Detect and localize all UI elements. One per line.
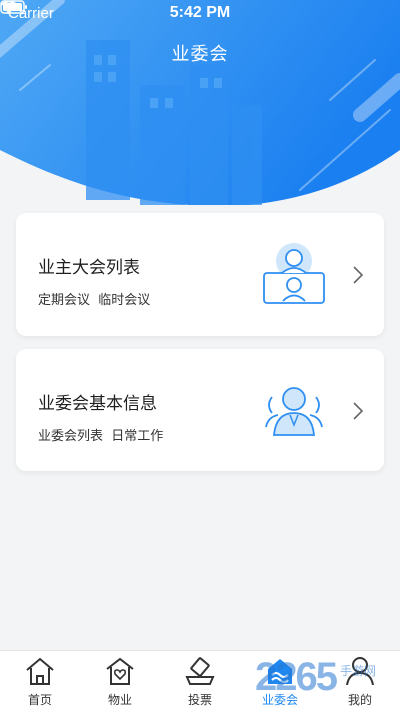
tab-label: 物业	[107, 693, 132, 707]
tab-home[interactable]: 首页	[0, 651, 80, 711]
home-icon	[26, 657, 54, 685]
status-bar: Carrier 5:42 PM	[0, 0, 400, 28]
chevron-right-icon	[353, 266, 364, 284]
watermark-logo: 2265	[255, 655, 338, 699]
header-banner: Carrier 5:42 PM 业委会	[0, 0, 400, 205]
tab-label: 投票	[187, 693, 212, 707]
status-time: 5:42 PM	[169, 4, 231, 21]
card-title: 业主大会列表	[38, 258, 140, 278]
meeting-icon	[263, 243, 325, 304]
tab-label: 首页	[27, 693, 52, 707]
chevron-right-icon	[353, 402, 364, 420]
tab-vote[interactable]: 投票	[160, 651, 240, 711]
committee-info-card[interactable]: 业委会基本信息 业委会列表 日常工作	[16, 349, 384, 471]
card-subtitle: 业委会列表 日常工作	[38, 429, 164, 444]
card-title: 业委会基本信息	[38, 394, 157, 414]
tab-property[interactable]: 物业	[80, 651, 160, 711]
battery-icon	[0, 0, 27, 14]
card-subtitle: 定期会议 临时会议	[38, 293, 151, 308]
property-icon	[106, 657, 134, 685]
watermark-suffix: 手游网	[340, 664, 377, 678]
bottom-tab-bar: 首页 物业 投票 业委会 我的	[0, 650, 400, 711]
meeting-list-card[interactable]: 业主大会列表 定期会议 临时会议	[16, 213, 384, 336]
vote-icon	[185, 657, 215, 685]
page-title: 业委会	[171, 44, 229, 65]
committee-icon	[265, 387, 323, 436]
header-background	[0, 0, 400, 205]
